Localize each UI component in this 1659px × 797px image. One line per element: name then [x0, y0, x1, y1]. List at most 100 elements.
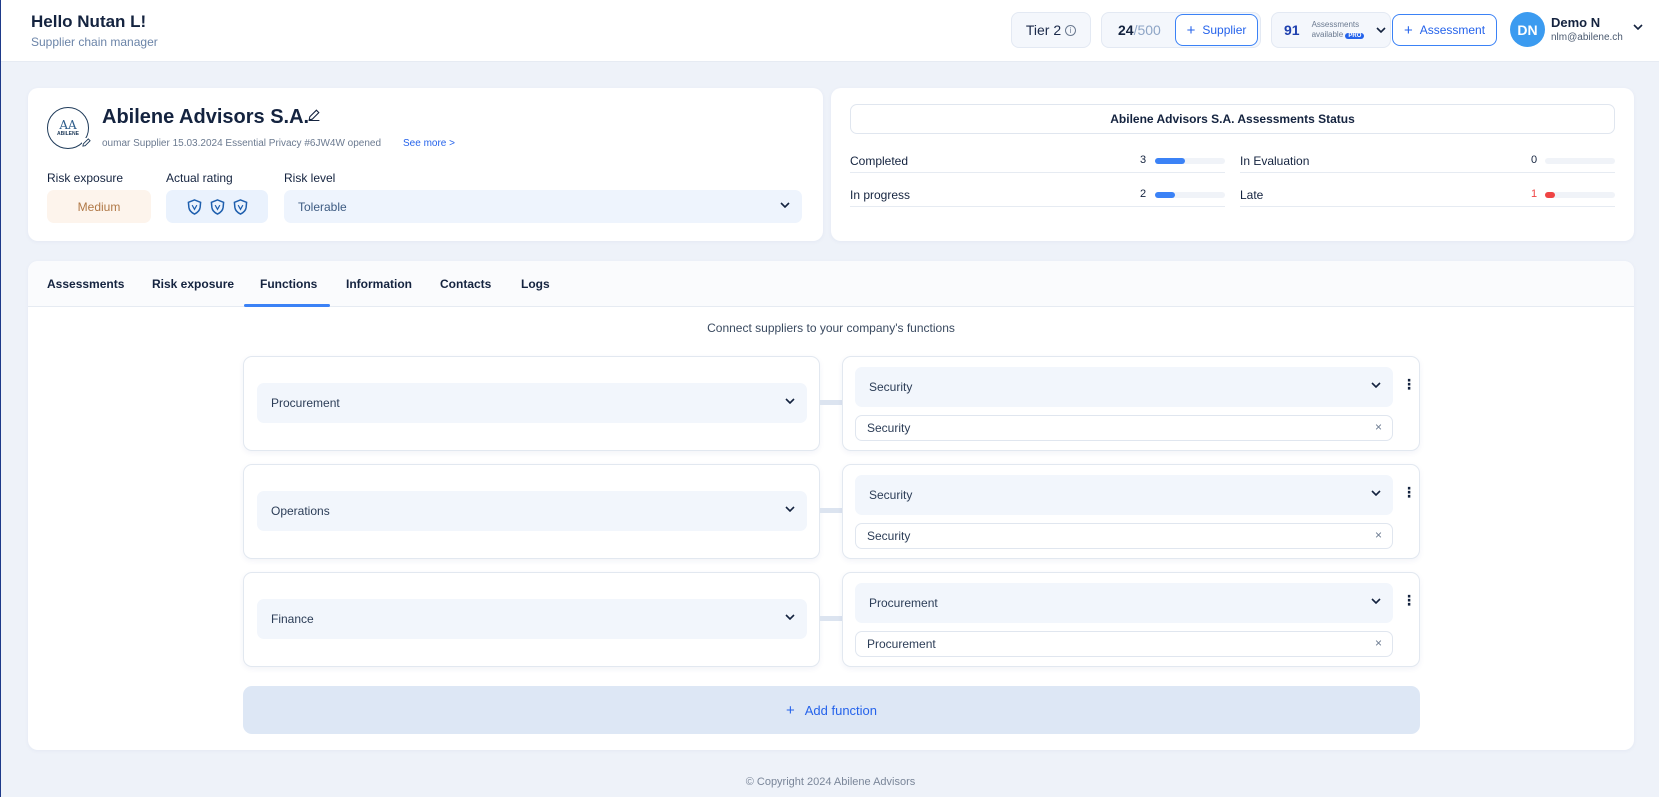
assessments-label-line1: Assessments [1311, 19, 1360, 29]
function-card: Procurement [243, 356, 820, 451]
supplier-meta: oumar Supplier 15.03.2024 Essential Priv… [102, 138, 382, 149]
department-tag: Security × [855, 415, 1393, 441]
status-value: 3 [1140, 154, 1147, 166]
assessments-label-line2: available [1311, 29, 1344, 39]
greeting-block: Hello Nutan L! Supplier chain manager [31, 12, 158, 49]
department-card: Security ⋮ Security × [842, 356, 1420, 451]
chevron-down-icon[interactable] [1376, 25, 1386, 36]
actual-rating-label: Actual rating [166, 171, 233, 185]
assessments-available[interactable]: 91 Assessments available PRO [1271, 12, 1391, 48]
connector-line [820, 400, 842, 405]
user-info[interactable]: Demo N nlm@abilene.ch [1551, 15, 1623, 43]
function-card: Finance [243, 572, 820, 667]
plus-icon: + [1186, 21, 1196, 39]
function-row: Operations Security ⋮ Security × [243, 464, 1420, 559]
function-select[interactable]: Operations [257, 491, 807, 531]
chevron-down-icon [1371, 596, 1381, 607]
add-assessment-label: Assessment [1419, 23, 1486, 37]
department-value: Security [869, 488, 913, 502]
department-select[interactable]: Security [855, 475, 1393, 515]
add-supplier-label: Supplier [1202, 23, 1247, 37]
department-tag: Security × [855, 523, 1393, 549]
tab-bar: Assessments Risk exposure Functions Info… [28, 261, 1634, 307]
status-value: 2 [1140, 188, 1147, 200]
tab-functions[interactable]: Functions [260, 277, 317, 291]
status-progress-track [1155, 192, 1225, 198]
status-progress-fill [1155, 192, 1175, 198]
active-tab-indicator [244, 304, 330, 307]
more-options-icon[interactable]: ⋮ [1402, 485, 1416, 499]
status-row-in-evaluation: In Evaluation 0 [1240, 151, 1615, 173]
remove-tag-icon[interactable]: × [1375, 528, 1382, 542]
remove-tag-icon[interactable]: × [1375, 636, 1382, 650]
supplier-used: 24 [1118, 22, 1134, 38]
department-select[interactable]: Security [855, 367, 1393, 407]
chevron-down-icon [780, 200, 790, 211]
tier-badge[interactable]: Tier 2 i [1011, 12, 1091, 48]
tier-label: Tier 2 [1025, 22, 1062, 38]
plus-icon: + [785, 701, 795, 719]
pencil-icon[interactable] [82, 138, 91, 149]
top-bar: Hello Nutan L! Supplier chain manager Ti… [1, 0, 1659, 62]
info-icon[interactable]: i [1065, 24, 1077, 36]
edit-name-icon[interactable] [308, 109, 320, 124]
function-value: Procurement [271, 396, 340, 410]
tab-information[interactable]: Information [346, 277, 412, 291]
user-email: nlm@abilene.ch [1551, 32, 1623, 43]
user-role: Supplier chain manager [31, 35, 158, 49]
plus-icon: + [1403, 21, 1413, 39]
function-select[interactable]: Finance [257, 599, 807, 639]
department-card: Security ⋮ Security × [842, 464, 1420, 559]
connector-line [820, 508, 842, 513]
risk-level-value: Tolerable [298, 199, 347, 214]
tab-risk-exposure[interactable]: Risk exposure [152, 277, 234, 291]
function-select[interactable]: Procurement [257, 383, 807, 423]
footer-copyright: © Copyright 2024 Abilene Advisors [745, 776, 916, 788]
function-value: Finance [271, 612, 314, 626]
functions-subtitle: Connect suppliers to your company's func… [707, 321, 955, 335]
function-card: Operations [243, 464, 820, 559]
supplier-name: Abilene Advisors S.A. [102, 106, 310, 128]
assessments-available-count: 91 [1284, 22, 1300, 38]
avatar[interactable]: DN [1510, 12, 1545, 47]
status-progress-track [1545, 192, 1615, 198]
risk-level-select[interactable]: Tolerable [284, 190, 802, 223]
function-row: Finance Procurement ⋮ Procurement × [243, 572, 1420, 667]
greeting-title: Hello Nutan L! [31, 12, 147, 31]
chevron-down-icon [1371, 488, 1381, 499]
more-options-icon[interactable]: ⋮ [1402, 593, 1416, 607]
tab-logs[interactable]: Logs [521, 277, 550, 291]
department-select[interactable]: Procurement [855, 583, 1393, 623]
assessments-status-card: Abilene Advisors S.A. Assessments Status… [831, 88, 1634, 241]
status-progress-track [1155, 158, 1225, 164]
add-supplier-button[interactable]: + Supplier [1175, 14, 1258, 46]
tab-assessments[interactable]: Assessments [47, 277, 124, 291]
shield-icon [187, 198, 201, 215]
chevron-down-icon[interactable] [1633, 22, 1643, 33]
status-row-late: Late 1 [1240, 185, 1615, 207]
add-function-label: Add function [804, 702, 878, 718]
tab-contacts[interactable]: Contacts [440, 277, 491, 291]
add-assessment-button[interactable]: + Assessment [1392, 14, 1497, 46]
remove-tag-icon[interactable]: × [1375, 420, 1382, 434]
status-label: In progress [850, 188, 911, 202]
assessments-available-label: Assessments available PRO [1312, 20, 1365, 41]
chevron-down-icon [785, 504, 795, 515]
chevron-down-icon [785, 612, 795, 623]
shield-icon [233, 198, 247, 215]
logo-monogram: AA [59, 118, 77, 132]
status-label: Late [1240, 188, 1264, 202]
add-function-button[interactable]: + Add function [243, 686, 1420, 734]
pro-badge: PRO [1345, 32, 1365, 39]
more-options-icon[interactable]: ⋮ [1402, 377, 1416, 391]
department-tag: Procurement × [855, 631, 1393, 657]
see-more-link[interactable]: See more > [403, 138, 455, 149]
chevron-down-icon [1371, 380, 1381, 391]
status-title: Abilene Advisors S.A. Assessments Status [850, 104, 1615, 134]
supplier-logo[interactable]: AA ABILENE [47, 107, 91, 149]
user-name: Demo N [1551, 15, 1601, 30]
function-value: Operations [271, 504, 330, 518]
status-progress-fill [1545, 192, 1555, 198]
status-row-in-progress: In progress 2 [850, 185, 1225, 207]
risk-level-label: Risk level [284, 171, 336, 185]
